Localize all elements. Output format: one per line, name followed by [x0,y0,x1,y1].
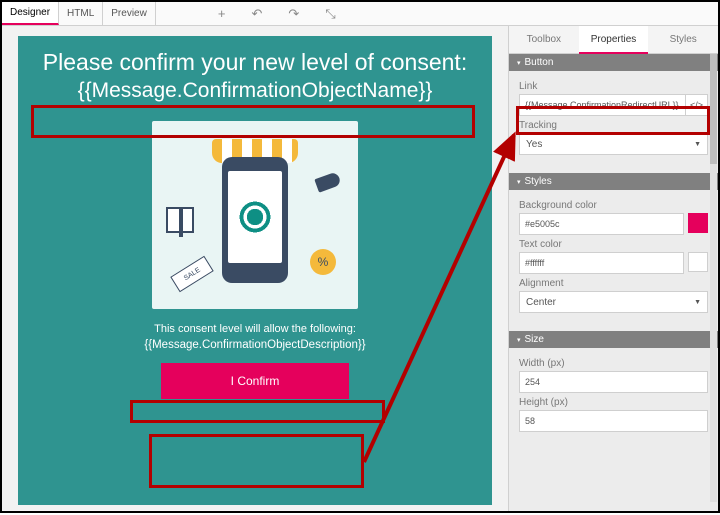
bgcolor-swatch[interactable] [688,213,708,233]
tab-toolbox[interactable]: Toolbox [509,26,579,54]
headline-text: Please confirm your new level of consent… [43,48,467,77]
snap-icon[interactable]: ⤡ [325,6,335,22]
target-icon [238,200,272,234]
section-styles-header[interactable]: ▾ Styles [509,173,718,190]
properties-panel: Toolbox Properties Styles ▾ Button Link <… [508,26,718,511]
sale-tag-icon: SALE [170,256,213,292]
width-input[interactable] [519,371,708,393]
collapse-icon: ▾ [517,59,521,67]
megaphone-icon [314,171,341,192]
textcolor-input[interactable] [519,252,684,274]
collapse-icon: ▾ [517,178,521,186]
consent-subtext: This consent level will allow the follow… [154,323,356,335]
tracking-label: Tracking [519,120,708,131]
link-input[interactable] [519,94,686,116]
phone-screen [228,171,282,263]
confirmation-description-token[interactable]: {{Message.ConfirmationObjectDescription}… [144,339,365,351]
gift-icon [166,207,194,233]
section-styles-title: Styles [525,176,552,187]
tab-preview[interactable]: Preview [103,2,156,25]
chevron-down-icon: ▼ [694,141,701,148]
bgcolor-row [519,213,708,235]
textcolor-label: Text color [519,239,708,250]
tab-html[interactable]: HTML [59,2,103,25]
confirm-button[interactable]: I Confirm [161,363,349,399]
confirmation-name-token[interactable]: {{Message.ConfirmationObjectName}} [78,79,433,103]
section-button-title: Button [525,57,554,68]
tab-styles[interactable]: Styles [648,26,718,54]
undo-icon[interactable]: ↶ [251,6,262,22]
textcolor-row [519,252,708,274]
tracking-select[interactable]: Yes ▼ [519,133,708,155]
link-field-row: </> [519,94,708,116]
assist-edit-icon[interactable]: </> [686,94,708,116]
chevron-down-icon: ▼ [694,299,701,306]
email-canvas[interactable]: Please confirm your new level of consent… [18,36,492,505]
link-label: Link [519,81,708,92]
percent-coin-icon: % [310,249,336,275]
panel-tabs: Toolbox Properties Styles [509,26,718,54]
scrollbar-thumb[interactable] [710,54,717,164]
mode-tabs: Designer HTML Preview [2,2,156,25]
section-button-header[interactable]: ▾ Button [509,54,718,71]
top-toolbar: Designer HTML Preview + ↶ ↷ ⤡ [2,2,718,26]
tab-properties[interactable]: Properties [579,26,649,54]
section-size-title: Size [525,334,544,345]
section-size-header[interactable]: ▾ Size [509,331,718,348]
hero-illustration: % SALE [152,121,358,309]
bgcolor-label: Background color [519,200,708,211]
tab-designer[interactable]: Designer [2,2,59,25]
height-input[interactable] [519,410,708,432]
height-label: Height (px) [519,397,708,408]
width-label: Width (px) [519,358,708,369]
tracking-value: Yes [526,139,542,150]
alignment-select[interactable]: Center ▼ [519,291,708,313]
alignment-value: Center [526,297,556,308]
collapse-icon: ▾ [517,336,521,344]
panel-scrollbar[interactable] [710,54,717,502]
redo-icon[interactable]: ↷ [288,6,299,22]
alignment-label: Alignment [519,278,708,289]
add-icon[interactable]: + [218,6,226,21]
bgcolor-input[interactable] [519,213,684,235]
design-canvas-wrap: Please confirm your new level of consent… [2,26,508,511]
textcolor-swatch[interactable] [688,252,708,272]
